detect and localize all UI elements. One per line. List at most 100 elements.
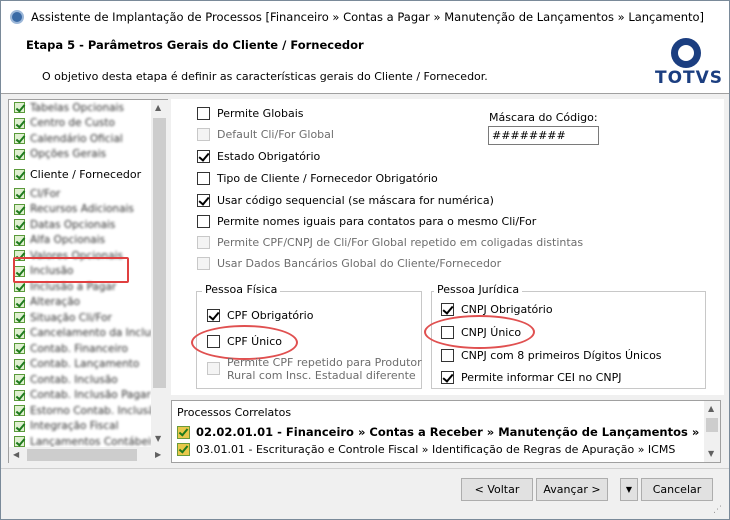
next-button[interactable]: Avançar > <box>536 478 608 501</box>
permite-globais-checkbox[interactable] <box>197 107 210 120</box>
cpf-repetido-label-line1: Permite CPF repetido para Produtor <box>227 356 422 369</box>
step-check-icon <box>14 312 25 324</box>
dados-bancarios-checkbox <box>197 257 210 270</box>
sidebar-item-label: Centro de Custo <box>30 117 115 130</box>
sidebar-item-label: Alteração <box>30 296 81 309</box>
sidebar-item-label: Opções Gerais <box>30 148 107 161</box>
cnpj-8-digitos-checkbox[interactable] <box>441 349 454 362</box>
permite-globais-label: Permite Globais <box>217 107 304 120</box>
default-global-label: Default Cli/For Global <box>217 128 334 141</box>
related-processes-title: Processos Correlatos <box>177 406 292 419</box>
logo-circle-icon <box>671 38 701 68</box>
step-check-icon <box>14 420 25 432</box>
totvs-logo: TOTVS <box>655 38 722 92</box>
sidebar-item-label: Contab. Financeiro <box>30 342 128 355</box>
sidebar-item[interactable]: Contab. Inclusão Pagar <box>9 388 151 404</box>
default-global-checkbox <box>197 128 210 141</box>
step-check-icon <box>14 102 25 114</box>
cpf-repetido-checkbox <box>207 362 220 375</box>
sidebar-item[interactable]: Opções Gerais <box>9 147 151 163</box>
sidebar-item[interactable]: Integração Fiscal <box>9 419 151 435</box>
app-icon <box>10 9 24 24</box>
sidebar-item[interactable]: Tabelas Opcionais <box>9 100 151 116</box>
scroll-up-icon[interactable]: ▲ <box>708 404 714 413</box>
step-check-icon <box>14 168 25 180</box>
options-dropdown-button[interactable]: ▼ <box>620 478 638 501</box>
cpf-cnpj-global-label: Permite CPF/CNPJ de Cli/For Global repet… <box>217 236 584 249</box>
sidebar-item[interactable]: Recursos Adicionais <box>9 202 151 218</box>
related-process-item[interactable]: 03.01.01 - Escrituração e Controle Fisca… <box>177 443 704 456</box>
nomes-iguais-label: Permite nomes iguais para contatos para … <box>217 215 537 228</box>
sidebar-item[interactable]: Contab. Financeiro <box>9 341 151 357</box>
sidebar-vertical-scrollbar[interactable]: ▲ ▼ <box>151 100 168 447</box>
sidebar-item[interactable]: CI/For <box>9 186 151 202</box>
sidebar-item[interactable]: Contab. Lançamento <box>9 357 151 373</box>
back-button[interactable]: < Voltar <box>461 478 533 501</box>
nomes-iguais-checkbox[interactable] <box>197 215 210 228</box>
process-check-icon <box>177 425 190 439</box>
scroll-thumb[interactable] <box>706 418 718 432</box>
sidebar-item[interactable]: Centro de Custo <box>9 116 151 132</box>
scroll-up-icon[interactable]: ▲ <box>155 103 161 112</box>
tipo-obrigatorio-checkbox[interactable] <box>197 172 210 185</box>
sidebar-item-label: Situação Cli/For <box>30 311 112 324</box>
scroll-left-icon[interactable]: ◀ <box>13 450 19 459</box>
cpf-obrigatorio-checkbox[interactable] <box>207 309 220 322</box>
step-check-icon <box>14 405 25 417</box>
cnpj-8-digitos-option[interactable]: CNPJ com 8 primeiros Dígitos Únicos <box>441 349 662 362</box>
scroll-thumb[interactable] <box>27 449 137 461</box>
sidebar-item-active[interactable]: Cliente / Fornecedor <box>9 164 151 184</box>
cpf-obrigatorio-label: CPF Obrigatório <box>227 309 314 322</box>
scroll-right-icon[interactable]: ▶ <box>155 450 161 459</box>
step-check-icon <box>14 148 25 160</box>
sidebar-item[interactable]: Cancelamento da Inclus <box>9 326 151 342</box>
sidebar-item[interactable]: Calendário Oficial <box>9 131 151 147</box>
cei-cnpj-option[interactable]: Permite informar CEI no CNPJ <box>441 371 621 384</box>
nomes-iguais-option[interactable]: Permite nomes iguais para contatos para … <box>197 215 536 228</box>
estado-obrigatorio-label: Estado Obrigatório <box>217 150 321 163</box>
step-check-icon <box>14 117 25 129</box>
sidebar-item-label: Contab. Inclusão Pagar <box>30 389 151 402</box>
scroll-down-icon[interactable]: ▼ <box>708 449 714 458</box>
processes-scrollbar[interactable]: ▲ ▼ <box>704 401 720 462</box>
tipo-obrigatorio-option[interactable]: Tipo de Cliente / Fornecedor Obrigatório <box>197 172 438 185</box>
step-check-icon <box>14 133 25 145</box>
sidebar-item[interactable]: Lançamentos Contábeis <box>9 434 151 447</box>
sidebar-item-label: CI/For <box>30 187 61 200</box>
sidebar-horizontal-scrollbar[interactable]: ◀ ▶ <box>9 447 168 463</box>
cnpj-obrigatorio-option[interactable]: CNPJ Obrigatório <box>441 303 553 316</box>
cpf-obrigatorio-option[interactable]: CPF Obrigatório <box>207 309 313 322</box>
codigo-sequencial-option[interactable]: Usar código sequencial (se máscara for n… <box>197 194 494 207</box>
cpf-repetido-label-line2: Rural com Insc. Estadual diferente <box>227 369 416 382</box>
step-check-icon <box>14 389 25 401</box>
wizard-window: Assistente de Implantação de Processos [… <box>0 0 730 520</box>
sidebar-item[interactable]: Estorno Contab. Inclusã <box>9 403 151 419</box>
step-header: Etapa 5 - Parâmetros Gerais do Cliente /… <box>1 32 729 94</box>
sidebar-item-label: Integração Fiscal <box>30 420 119 433</box>
sidebar-item[interactable]: Situação Cli/For <box>9 310 151 326</box>
sidebar-item-label: Calendário Oficial <box>30 132 123 145</box>
mask-input[interactable]: ######## <box>488 126 599 145</box>
cnpj-obrigatorio-checkbox[interactable] <box>441 303 454 316</box>
active-step-highlight <box>13 257 129 283</box>
resize-grip-icon[interactable]: ⋰ <box>713 505 722 515</box>
estado-obrigatorio-option[interactable]: Estado Obrigatório <box>197 150 320 163</box>
related-process-label: 03.01.01 - Escrituração e Controle Fisca… <box>196 443 676 456</box>
codigo-sequencial-checkbox[interactable] <box>197 194 210 207</box>
cnpj-unico-highlight <box>424 315 535 349</box>
tipo-obrigatorio-label: Tipo de Cliente / Fornecedor Obrigatório <box>217 172 438 185</box>
cei-cnpj-checkbox[interactable] <box>441 371 454 384</box>
cnpj-8-digitos-label: CNPJ com 8 primeiros Dígitos Únicos <box>461 349 662 362</box>
process-check-icon <box>177 443 190 456</box>
scroll-down-icon[interactable]: ▼ <box>155 434 161 443</box>
permite-globais-option[interactable]: Permite Globais <box>197 107 304 120</box>
related-process-item[interactable]: 02.02.01.01 - Financeiro » Contas a Rece… <box>177 425 704 439</box>
sidebar-item[interactable]: Contab. Inclusão <box>9 372 151 388</box>
sidebar-item[interactable]: Datas Opcionais <box>9 217 151 233</box>
estado-obrigatorio-checkbox[interactable] <box>197 150 210 163</box>
cancel-button[interactable]: Cancelar <box>641 478 713 501</box>
sidebar-item[interactable]: Alteração <box>9 295 151 311</box>
scroll-thumb[interactable] <box>153 118 166 388</box>
steps-tree: Tabelas Opcionais Centro de Custo Calendár… <box>8 99 168 463</box>
sidebar-item[interactable]: Alfa Opcionais <box>9 233 151 249</box>
